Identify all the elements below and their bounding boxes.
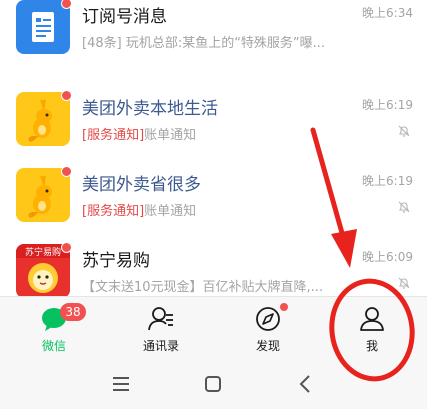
chat-preview: [48条] 玩机总部:某鱼上的“特殊服务”曝...	[82, 36, 326, 51]
chat-preview: 【文末送10元现金】百亿补贴大牌直降,...	[82, 280, 324, 295]
chat-row-meituan-save[interactable]: 美团外卖省很多 晚上6:19 [服务通知]账单通知	[0, 158, 427, 230]
tab-me[interactable]: 我	[332, 297, 412, 359]
person-icon	[360, 307, 384, 331]
home-icon[interactable]	[202, 373, 224, 395]
subscription-doc-icon	[16, 0, 70, 54]
mute-bell-icon	[398, 201, 410, 213]
chat-title: 苏宁易购	[82, 251, 150, 271]
chat-list: 订阅号消息 晚上6:34 [48条] 玩机总部:某鱼上的“特殊服务”曝... 美…	[0, 0, 427, 296]
tab-discover[interactable]: 发现	[228, 297, 308, 359]
preview-text: 账单通知	[144, 204, 197, 219]
tab-label: 发现	[255, 339, 280, 353]
menu-icon[interactable]	[110, 373, 132, 395]
unread-dot	[61, 166, 72, 177]
chat-preview: [服务通知]账单通知	[82, 200, 382, 219]
bottom-tabbar: 38 微信 通讯录 发现 我	[0, 297, 427, 359]
chat-time: 晚上6:34	[362, 6, 413, 20]
chat-row-meituan-local[interactable]: 美团外卖本地生活 晚上6:19 [服务通知]账单通知	[0, 82, 427, 154]
new-dot	[280, 303, 288, 311]
chat-row-suning[interactable]: 苏宁易购 苏宁易购 晚上6:09 【文末送10元现金】百亿补贴大牌直降,...	[0, 234, 427, 296]
tab-label: 微信	[41, 339, 66, 353]
chat-title: 美团外卖省很多	[82, 175, 201, 195]
service-tag: [服务通知]	[82, 204, 145, 219]
chat-title: 订阅号消息	[82, 7, 167, 27]
tab-wechat[interactable]: 38 微信	[14, 297, 94, 359]
tab-label: 我	[365, 339, 378, 353]
compass-icon	[256, 307, 280, 331]
preview-text: 账单通知	[144, 128, 197, 143]
unread-dot	[61, 0, 72, 9]
chat-title: 美团外卖本地生活	[82, 99, 218, 119]
system-navbar	[0, 359, 427, 409]
mute-bell-icon	[398, 125, 410, 137]
tab-label: 通讯录	[142, 339, 179, 353]
mute-bell-icon	[398, 277, 410, 289]
tab-contacts[interactable]: 通讯录	[121, 297, 201, 359]
service-tag: [服务通知]	[82, 128, 145, 143]
suning-lion-logo: 苏宁易购	[16, 244, 70, 296]
unread-dot	[61, 90, 72, 101]
chat-time: 晚上6:19	[362, 98, 413, 112]
meituan-kangaroo-logo	[16, 92, 70, 146]
unread-count-badge: 38	[60, 303, 86, 321]
chat-time: 晚上6:09	[362, 250, 413, 264]
chat-preview: [服务通知]账单通知	[82, 124, 382, 143]
contacts-icon	[148, 307, 173, 331]
back-icon[interactable]	[294, 373, 316, 395]
meituan-kangaroo-logo	[16, 168, 70, 222]
chat-time: 晚上6:19	[362, 174, 413, 188]
unread-dot	[61, 242, 72, 253]
chat-row-subscriptions[interactable]: 订阅号消息 晚上6:34 [48条] 玩机总部:某鱼上的“特殊服务”曝...	[0, 0, 427, 62]
